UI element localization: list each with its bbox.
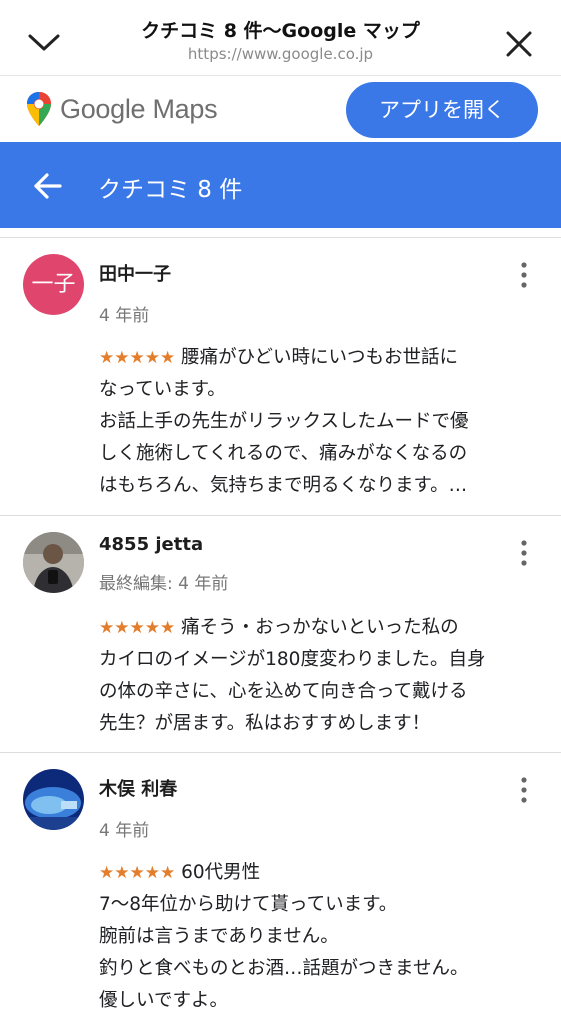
sheet-title: クチコミ 8 件〜Google マップ	[141, 20, 420, 42]
star-rating: ★★★★★	[99, 618, 176, 638]
reviewer-name[interactable]: 木俣 利春	[99, 775, 177, 801]
review-line: 優しいですよ。	[99, 990, 228, 1011]
page-title: クチコミ 8 件	[98, 177, 243, 203]
maps-brand-bar: Google Maps アプリを開く	[0, 77, 561, 142]
review-line: はもちろん、気持ちまで明るくなります。…	[99, 475, 468, 496]
close-icon[interactable]	[503, 28, 535, 60]
review-line: ★★★★★ 腰痛がひどい時にいつもお世話に	[99, 347, 459, 368]
review-line: お話上手の先生がリラックスしたムードで優	[99, 411, 469, 432]
reviewer-name[interactable]: 田中一子	[99, 260, 171, 286]
open-app-button[interactable]: アプリを開く	[346, 82, 538, 138]
review-line: カイロのイメージが180度変わりました。自身	[99, 649, 486, 670]
sheet-url: https://www.google.co.jp	[187, 45, 374, 63]
more-vert-icon[interactable]	[514, 775, 534, 805]
avatar-photo	[23, 769, 84, 830]
review-item: 木俣 利春 4 年前 ★★★★★ 60代男性 7〜8年位から助けて貰っています。…	[0, 753, 561, 1024]
avatar-photo	[23, 532, 84, 593]
review-line: の体の辛さに、心を込めて向き合って戴ける	[99, 681, 468, 702]
star-rating: ★★★★★	[99, 863, 176, 883]
star-rating: ★★★★★	[99, 348, 176, 368]
review-line: 腕前は言うまでありません。	[99, 926, 339, 947]
arrow-left-icon[interactable]	[32, 170, 64, 202]
review-text[interactable]: ★★★★★ 腰痛がひどい時にいつもお世話に なっています。 お話上手の先生がリラ…	[99, 342, 539, 502]
reviewer-name[interactable]: 4855 jetta	[99, 534, 203, 555]
review-time: 4 年前	[99, 821, 150, 841]
review-line: 先生？が居ます。私はおすすめします！	[99, 713, 431, 734]
more-vert-icon[interactable]	[514, 260, 534, 290]
review-line: 7〜8年位から助けて貰っています。	[99, 894, 398, 915]
review-line: なっています。	[99, 379, 226, 400]
review-item: 4855 jetta 最終編集: 4 年前 ★★★★★ 痛そう・おっかないといっ…	[0, 516, 561, 752]
review-line: ★★★★★ 60代男性	[99, 862, 261, 883]
review-time: 最終編集: 4 年前	[99, 574, 229, 594]
review-time: 4 年前	[99, 306, 150, 326]
reviews-app-bar: クチコミ 8 件	[0, 142, 561, 228]
review-text[interactable]: ★★★★★ 痛そう・おっかないといった私の カイロのイメージが180度変わりまし…	[99, 612, 539, 740]
review-text[interactable]: ★★★★★ 60代男性 7〜8年位から助けて貰っています。 腕前は言うまでありま…	[99, 857, 539, 1017]
review-item: 一子 田中一子 4 年前 ★★★★★ 腰痛がひどい時にいつもお世話に なっていま…	[0, 238, 561, 515]
sheet-header: クチコミ 8 件〜Google マップ https://www.google.c…	[0, 0, 561, 76]
avatar[interactable]	[23, 769, 84, 830]
avatar[interactable]	[23, 532, 84, 593]
maps-pin-icon	[27, 92, 51, 126]
review-line: 釣りと食べものとお酒…話題がつきません。	[99, 958, 469, 979]
more-vert-icon[interactable]	[514, 538, 534, 568]
review-line: しく施術してくれるので、痛みがなくなるの	[99, 443, 468, 464]
review-line: ★★★★★ 痛そう・おっかないといった私の	[99, 617, 459, 638]
google-maps-logo-text: Google Maps	[60, 94, 218, 124]
avatar-initials: 一子	[31, 272, 76, 297]
avatar[interactable]: 一子	[23, 254, 84, 315]
